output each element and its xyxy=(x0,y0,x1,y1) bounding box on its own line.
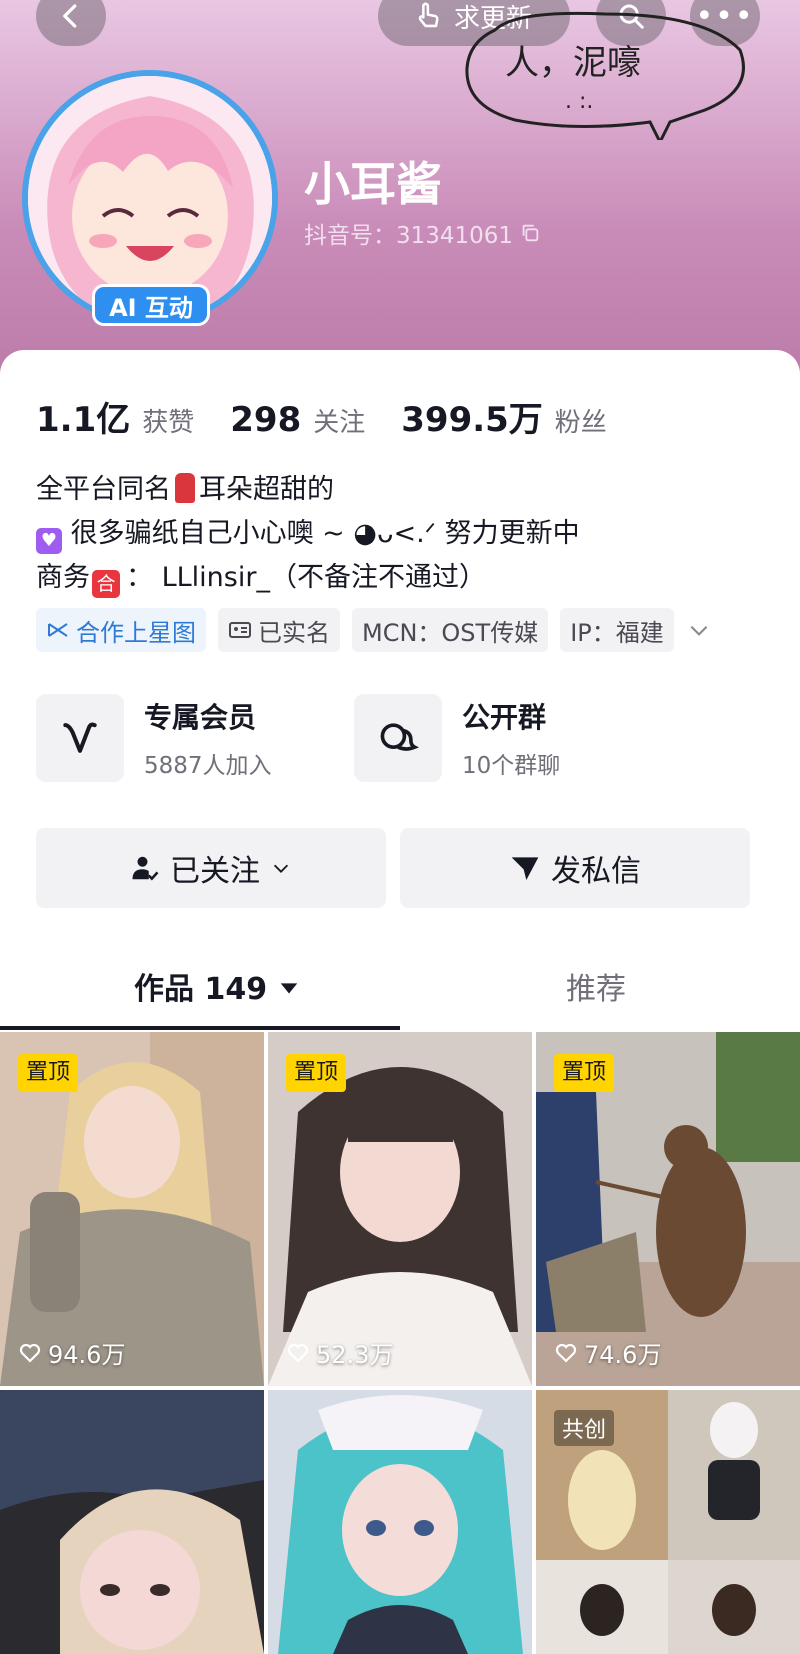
video-tile[interactable]: 共创 xyxy=(536,1390,800,1654)
likes-text: 94.6万 xyxy=(48,1341,126,1369)
bio-text: 全平台同名 xyxy=(36,474,171,505)
video-thumbnail xyxy=(268,1390,532,1654)
video-thumbnail xyxy=(0,1390,264,1654)
video-tile[interactable] xyxy=(0,1390,264,1654)
video-tile[interactable]: 置顶 74.6万 xyxy=(536,1032,800,1386)
verified-label: 已实名 xyxy=(258,618,330,647)
public-group-entry[interactable]: 公开群 10个群聊 xyxy=(354,694,560,782)
pinned-badge: 置顶 xyxy=(18,1054,79,1092)
hand-pointer-icon xyxy=(418,2,439,28)
video-tile[interactable] xyxy=(268,1390,532,1654)
bubble-face: . :. xyxy=(565,89,593,114)
following-button[interactable]: 已关注 xyxy=(36,828,386,908)
purple-heart-icon: ♥ xyxy=(36,528,62,554)
video-likes: 94.6万 xyxy=(18,1335,125,1370)
v-member-icon xyxy=(63,722,97,753)
bio-text: 很多骗纸自己小心噢 ~ ◕ᴗ<.ᐟ 努力更新中 xyxy=(70,518,580,549)
bio-text: 商务 xyxy=(36,562,90,593)
pinned-badge: 置顶 xyxy=(554,1054,615,1092)
bubble-text: 人，泥嚎 xyxy=(505,43,641,83)
group-title: 公开群 xyxy=(462,701,547,734)
send-message-label: 发私信 xyxy=(551,854,641,889)
exclusive-member-entry[interactable]: 专属会员 5887人加入 xyxy=(36,694,272,782)
member-sub: 5887人加入 xyxy=(144,753,272,779)
bio-text: 耳朵超甜的 xyxy=(199,474,334,505)
heart-outline-icon xyxy=(19,1343,41,1363)
scarf-emoji-icon xyxy=(175,473,195,503)
star-map-tag[interactable]: 合作上星图 xyxy=(36,608,206,652)
he-emoji-icon: 合 xyxy=(92,570,120,598)
user-check-icon xyxy=(132,856,159,881)
chevron-down-icon[interactable] xyxy=(686,617,712,643)
bio: 全平台同名 耳朵超甜的 ♥ 很多骗纸自己小心噢 ~ ◕ᴗ<.ᐟ 努力更新中 商务合… xyxy=(36,468,580,600)
ai-interactive-badge[interactable]: AI 互动 xyxy=(92,284,210,326)
heart-outline-icon xyxy=(287,1343,309,1363)
co-create-badge: 共创 xyxy=(554,1410,615,1446)
chevron-down-icon xyxy=(273,864,289,873)
copy-icon[interactable] xyxy=(519,222,541,244)
chat-bubbles-icon xyxy=(380,723,419,751)
bio-text: ： LLlinsir_（不备注不通过） xyxy=(126,562,486,593)
member-icon-box xyxy=(36,694,124,782)
douyin-id-text: 抖音号：31341061 xyxy=(304,223,514,249)
tab-recommend[interactable]: 推荐 xyxy=(566,964,626,1008)
star-map-label: 合作上星图 xyxy=(76,618,196,647)
stats-row: 1.1亿 获赞 298 关注 399.5万 粉丝 xyxy=(36,392,631,441)
likes-text: 74.6万 xyxy=(584,1341,662,1369)
star-map-icon xyxy=(48,623,68,637)
following-label[interactable]: 关注 xyxy=(313,402,365,439)
video-likes: 74.6万 xyxy=(554,1335,661,1370)
douyin-id[interactable]: 抖音号：31341061 xyxy=(304,216,541,250)
pinned-badge: 置顶 xyxy=(286,1054,347,1092)
bio-line-2: ♥ 很多骗纸自己小心噢 ~ ◕ᴗ<.ᐟ 努力更新中 xyxy=(36,512,580,556)
profile-name: 小耳酱 xyxy=(304,157,442,211)
chevron-left-icon xyxy=(63,4,77,28)
tab-works-label: 作品 149 xyxy=(134,972,268,1007)
video-likes: 52.3万 xyxy=(286,1335,393,1370)
followers-label[interactable]: 粉丝 xyxy=(555,402,607,439)
tab-works[interactable]: 作品 149 xyxy=(134,964,300,1008)
group-sub: 10个群聊 xyxy=(462,753,561,779)
likes-text: 52.3万 xyxy=(316,1341,394,1369)
following-label-text: 已关注 xyxy=(170,854,260,889)
id-card-icon xyxy=(229,622,251,638)
triangle-down-icon xyxy=(280,983,297,994)
send-message-button[interactable]: 发私信 xyxy=(400,828,750,908)
likes-label: 获赞 xyxy=(142,408,195,438)
verified-tag[interactable]: 已实名 xyxy=(218,608,340,652)
heart-outline-icon xyxy=(555,1343,577,1363)
video-tile[interactable]: 置顶 52.3万 xyxy=(268,1032,532,1386)
likes-count: 1.1亿 xyxy=(36,400,131,440)
send-icon xyxy=(511,857,539,880)
video-tile[interactable]: 置顶 94.6万 xyxy=(0,1032,264,1386)
active-tab-indicator xyxy=(0,1026,400,1030)
followers-count[interactable]: 399.5万 xyxy=(401,392,543,441)
ip-tag[interactable]: IP：福建 xyxy=(560,608,674,652)
tag-row: 合作上星图 已实名 MCN：OST传媒 IP：福建 xyxy=(36,608,712,652)
group-icon-box xyxy=(354,694,442,782)
bio-line-3: 商务合： LLlinsir_（不备注不通过） xyxy=(36,556,580,600)
member-title: 专属会员 xyxy=(144,701,257,734)
bio-line-1: 全平台同名 耳朵超甜的 xyxy=(36,468,580,512)
mcn-tag[interactable]: MCN：OST传媒 xyxy=(352,608,549,652)
speech-bubble-sticker: 人，泥嚎 . :. xyxy=(465,11,745,140)
following-count[interactable]: 298 xyxy=(230,400,301,440)
